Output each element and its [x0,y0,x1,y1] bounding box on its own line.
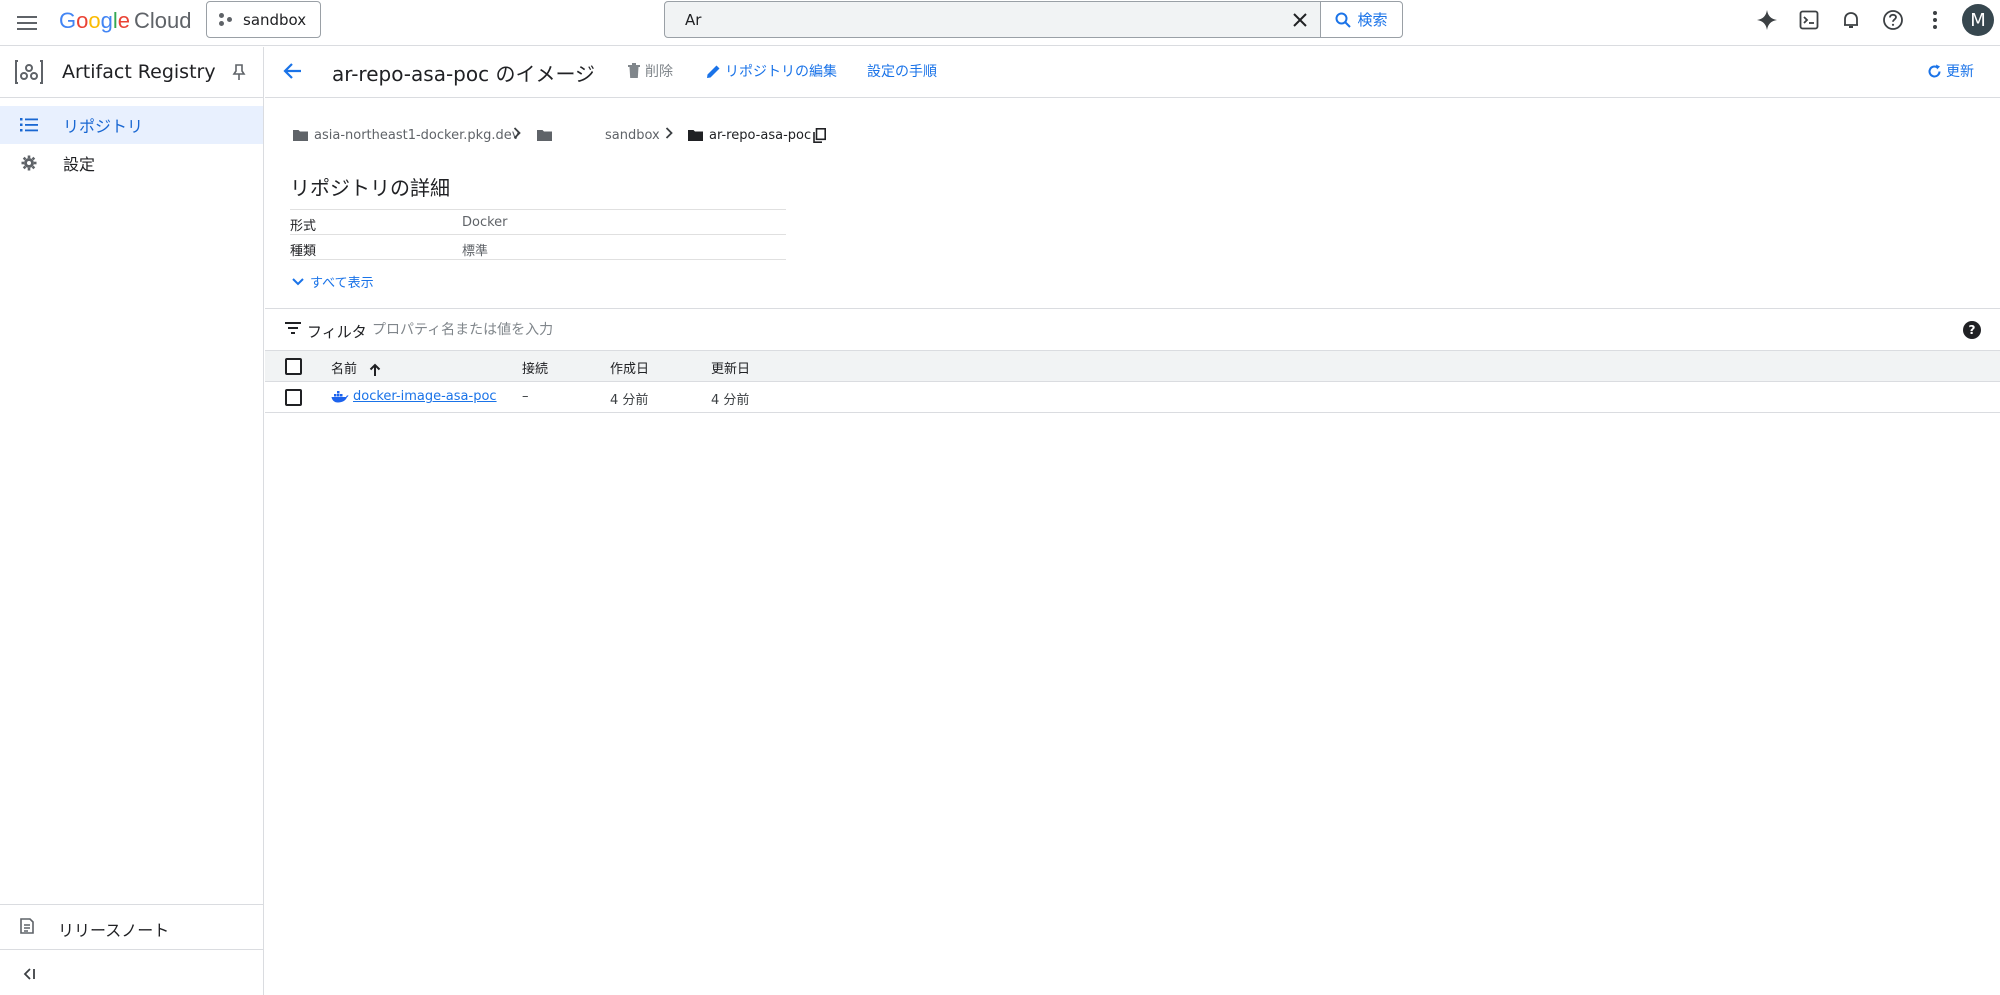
page-title: ar-repo-asa-poc のイメージ [332,62,596,86]
show-all-button[interactable]: すべて表示 [292,272,374,291]
search-input[interactable] [665,2,1280,37]
pencil-icon [707,65,720,78]
setup-instructions-button[interactable]: 設定の手順 [867,61,937,81]
help-icon[interactable] [1872,0,1914,40]
pin-icon[interactable] [229,62,249,82]
folder-icon [537,130,552,141]
copy-icon[interactable] [813,127,826,143]
sidebar-header: Artifact Registry [0,47,263,98]
breadcrumb-repository: ar-repo-asa-poc [688,128,811,143]
sidebar-item-settings[interactable]: 設定 [0,144,263,182]
table-header: 名前 接続 作成日 更新日 [265,351,2000,382]
release-notes-icon [18,917,36,939]
detail-row-type: 種類 標準 [290,235,786,260]
breadcrumb-folder[interactable] [537,129,552,141]
gear-icon [18,152,40,174]
more-options-icon[interactable] [1914,0,1956,40]
delete-button[interactable]: 削除 [627,61,673,81]
column-header-connection[interactable]: 接続 [522,358,548,377]
notifications-bell-icon[interactable] [1830,0,1872,40]
project-name: sandbox [243,10,307,29]
column-header-updated[interactable]: 更新日 [711,358,750,377]
chevron-right-icon [513,127,521,143]
list-icon [18,114,40,136]
filter-bar: フィルタ ? [265,308,2000,351]
page-header: ar-repo-asa-poc のイメージ 削除 リポジトリの編集 設定の手順 … [265,47,2000,98]
sidebar-footer: リリースノート [0,904,263,995]
sidebar-item-label: 設定 [63,155,96,174]
breadcrumb-host[interactable]: asia-northeast1-docker.pkg.dev [293,128,520,143]
folder-icon [293,130,308,141]
repository-details-table: 形式 Docker 種類 標準 [290,209,786,260]
back-arrow-icon[interactable] [281,59,305,83]
gemini-sparkle-icon[interactable] [1746,0,1788,40]
filter-icon [285,322,301,334]
filter-label: フィルタ [307,323,367,341]
detail-row-format: 形式 Docker [290,210,786,235]
chevron-down-icon [292,277,304,285]
docker-whale-icon [331,390,349,402]
table-row: docker-image-asa-poc – 4 分前 4 分前 [265,382,2000,413]
sidebar: Artifact Registry リポジトリ 設定 リリースノート [0,47,264,995]
filter-help-icon[interactable]: ? [1963,321,1981,339]
cloud-shell-icon[interactable] [1788,0,1830,40]
breadcrumb-project[interactable]: sandbox [605,128,660,143]
updated-cell: 4 分前 [711,393,750,408]
project-dots-icon [219,12,235,27]
top-actions: M [1746,0,2000,40]
trash-icon [628,63,640,78]
search-icon [1335,12,1352,28]
repository-details-title: リポジトリの詳細 [290,176,450,200]
refresh-icon [1928,64,1941,77]
image-name-cell: docker-image-asa-poc [331,389,497,407]
sidebar-item-label: リポジトリ [63,117,144,136]
row-checkbox[interactable] [285,389,302,406]
chevron-right-icon [665,127,673,143]
edit-repository-button[interactable]: リポジトリの編集 [706,61,837,81]
folder-icon [688,130,703,141]
project-picker-button[interactable]: sandbox [206,1,321,38]
artifact-registry-logo-icon [15,60,43,84]
column-header-created[interactable]: 作成日 [610,358,649,377]
release-notes-link[interactable]: リリースノート [0,905,263,950]
column-header-name[interactable]: 名前 [331,358,381,377]
filter-input[interactable] [372,317,1772,343]
account-avatar[interactable]: M [1962,4,1994,36]
connection-cell: – [522,389,529,404]
google-cloud-logo[interactable]: Google Cloud [59,8,192,34]
top-bar: GoogleCloud sandbox 検索 M [0,0,2000,46]
sidebar-item-repositories[interactable]: リポジトリ [0,106,263,144]
created-cell: 4 分前 [610,393,649,408]
refresh-button[interactable]: 更新 [1927,61,1974,81]
collapse-sidebar-icon[interactable] [18,963,40,985]
sort-ascending-icon[interactable] [369,363,381,377]
clear-search-icon[interactable] [1280,2,1320,37]
image-link[interactable]: docker-image-asa-poc [331,389,497,404]
select-all-checkbox[interactable] [285,358,302,375]
search-bar: 検索 [664,1,1403,38]
main-menu-icon[interactable] [12,8,42,38]
search-button[interactable]: 検索 [1320,2,1402,37]
sidebar-title: Artifact Registry [62,61,216,83]
